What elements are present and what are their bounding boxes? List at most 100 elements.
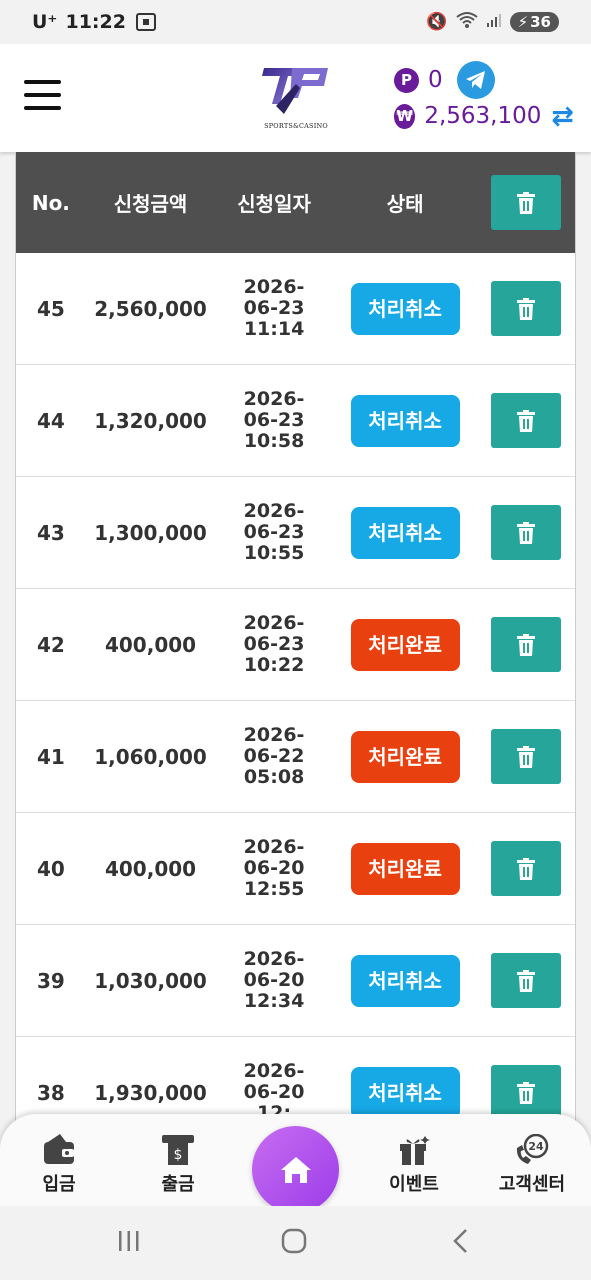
signal-icon [486,12,502,33]
status-badge[interactable]: 처리취소 [350,1066,460,1119]
row-date-year: 2026- [243,500,305,522]
trash-icon [517,409,536,432]
status-badge[interactable]: 처리완료 [350,730,460,783]
status-badge[interactable]: 처리취소 [350,394,460,447]
row-delete-cell [477,729,575,784]
row-date: 2026- 06-23 11:14 [215,277,333,340]
recent-apps-icon[interactable] [116,1228,142,1258]
nav-deposit[interactable]: 입금 [9,1134,109,1196]
battery-indicator: ⚡ 36 [509,12,559,32]
back-icon[interactable] [448,1228,474,1258]
status-icons: 🔇 ⚡ 36 [426,11,559,34]
refresh-icon[interactable]: ⇄ [551,101,574,132]
row-date-year: 2026- [243,1060,305,1082]
row-delete-cell [477,617,575,672]
row-date-time: 10:58 [243,430,305,452]
row-status-cell: 처리취소 [333,1066,477,1119]
nav-withdraw[interactable]: $ 출금 [128,1134,228,1196]
row-no: 38 [36,1080,65,1105]
trash-icon [517,297,536,320]
delete-row-button[interactable] [491,953,562,1008]
telegram-icon[interactable] [456,61,495,99]
atm-cash-icon: $ [162,1135,194,1165]
won-coin-icon: ₩ [394,103,416,129]
balance-panel: P 0 ₩ 2,563,100 ⇄ [394,61,574,134]
nav-support-label: 고객센터 [498,1174,566,1195]
header-no: No. [31,190,70,215]
status-badge[interactable]: 처리완료 [350,842,460,895]
status-bar: U⁺ 11:22 🔇 ⚡ 36 [0,0,591,44]
trash-icon [517,633,536,656]
system-nav-bar [0,1206,591,1280]
row-date-year: 2026- [243,388,305,410]
row-amount: 1,060,000 [94,744,207,769]
nav-deposit-label: 입금 [42,1174,76,1195]
row-no: 40 [36,856,65,881]
point-coin-icon: P [394,67,419,93]
row-date-time: 11:14 [243,318,305,340]
delete-row-button[interactable] [491,393,562,448]
row-status-cell: 처리취소 [333,282,477,335]
trash-icon [517,745,536,768]
row-status-cell: 처리완료 [333,730,477,783]
home-icon [280,1156,311,1183]
row-status-cell: 처리완료 [333,842,477,895]
delete-row-button[interactable] [491,505,562,560]
table-row: 45 2,560,000 2026- 06-23 11:14 처리취소 [16,253,575,365]
home-button[interactable] [252,1126,339,1213]
delete-row-button[interactable] [491,841,562,896]
delete-row-button[interactable] [491,729,562,784]
trash-icon [517,857,536,880]
header-delete-cell [477,175,575,230]
menu-icon[interactable] [24,80,61,110]
svg-text:24: 24 [528,1140,544,1153]
site-logo[interactable]: SPORTS&CASINO [262,64,330,134]
status-badge[interactable]: 처리취소 [350,506,460,559]
screenshot-icon [135,13,156,31]
table-row: 43 1,300,000 2026- 06-23 10:55 처리취소 [16,477,575,589]
delete-all-button[interactable] [491,175,562,230]
nav-support[interactable]: 24 고객센터 [482,1134,582,1196]
row-delete-cell [477,1065,575,1120]
logo-text: SPORTS&CASINO [264,122,328,130]
point-balance: 0 [428,67,443,93]
row-date-day: 06-20 [243,969,305,991]
row-no: 41 [36,744,65,769]
row-date: 2026- 06-23 10:55 [215,501,333,564]
row-no: 44 [36,408,65,433]
nav-event[interactable]: 이벤트 [364,1134,464,1196]
svg-text:$: $ [174,1147,183,1163]
row-status-cell: 처리취소 [333,954,477,1007]
header-amount: 신청금액 [113,192,188,216]
gift-icon [400,1136,430,1165]
row-date-day: 06-20 [243,857,305,879]
clock: 11:22 [65,11,126,33]
status-badge[interactable]: 처리취소 [350,954,460,1007]
row-amount: 1,930,000 [94,1080,207,1105]
row-delete-cell [477,953,575,1008]
table-header: No. 신청금액 신청일자 상태 [16,152,575,253]
row-date-year: 2026- [243,612,305,634]
delete-row-button[interactable] [491,281,562,336]
row-amount: 400,000 [104,632,197,657]
row-date-day: 06-20 [243,1081,305,1103]
app-header: SPORTS&CASINO P 0 ₩ 2,563,100 ⇄ [0,44,591,152]
status-badge[interactable]: 처리취소 [350,282,460,335]
row-no: 42 [36,632,65,657]
row-date: 2026- 06-23 10:22 [215,613,333,676]
row-date-time: 10:55 [243,542,305,564]
nav-withdraw-label: 출금 [161,1174,195,1195]
row-delete-cell [477,505,575,560]
row-date-time: 12:34 [243,990,305,1012]
delete-row-button[interactable] [491,617,562,672]
row-amount: 2,560,000 [94,296,207,321]
table-row: 41 1,060,000 2026- 06-22 05:08 처리완료 [16,701,575,813]
row-status-cell: 처리완료 [333,618,477,671]
delete-row-button[interactable] [491,1065,562,1120]
screen: U⁺ 11:22 🔇 ⚡ 36 SPORTS&CASINO P 0 ₩ 2,56… [0,0,591,1280]
trash-icon [517,1081,536,1104]
home-system-icon[interactable] [281,1228,307,1258]
row-date-time: 12:55 [243,878,305,900]
charging-icon: ⚡ [517,13,529,31]
status-badge[interactable]: 처리완료 [350,618,460,671]
